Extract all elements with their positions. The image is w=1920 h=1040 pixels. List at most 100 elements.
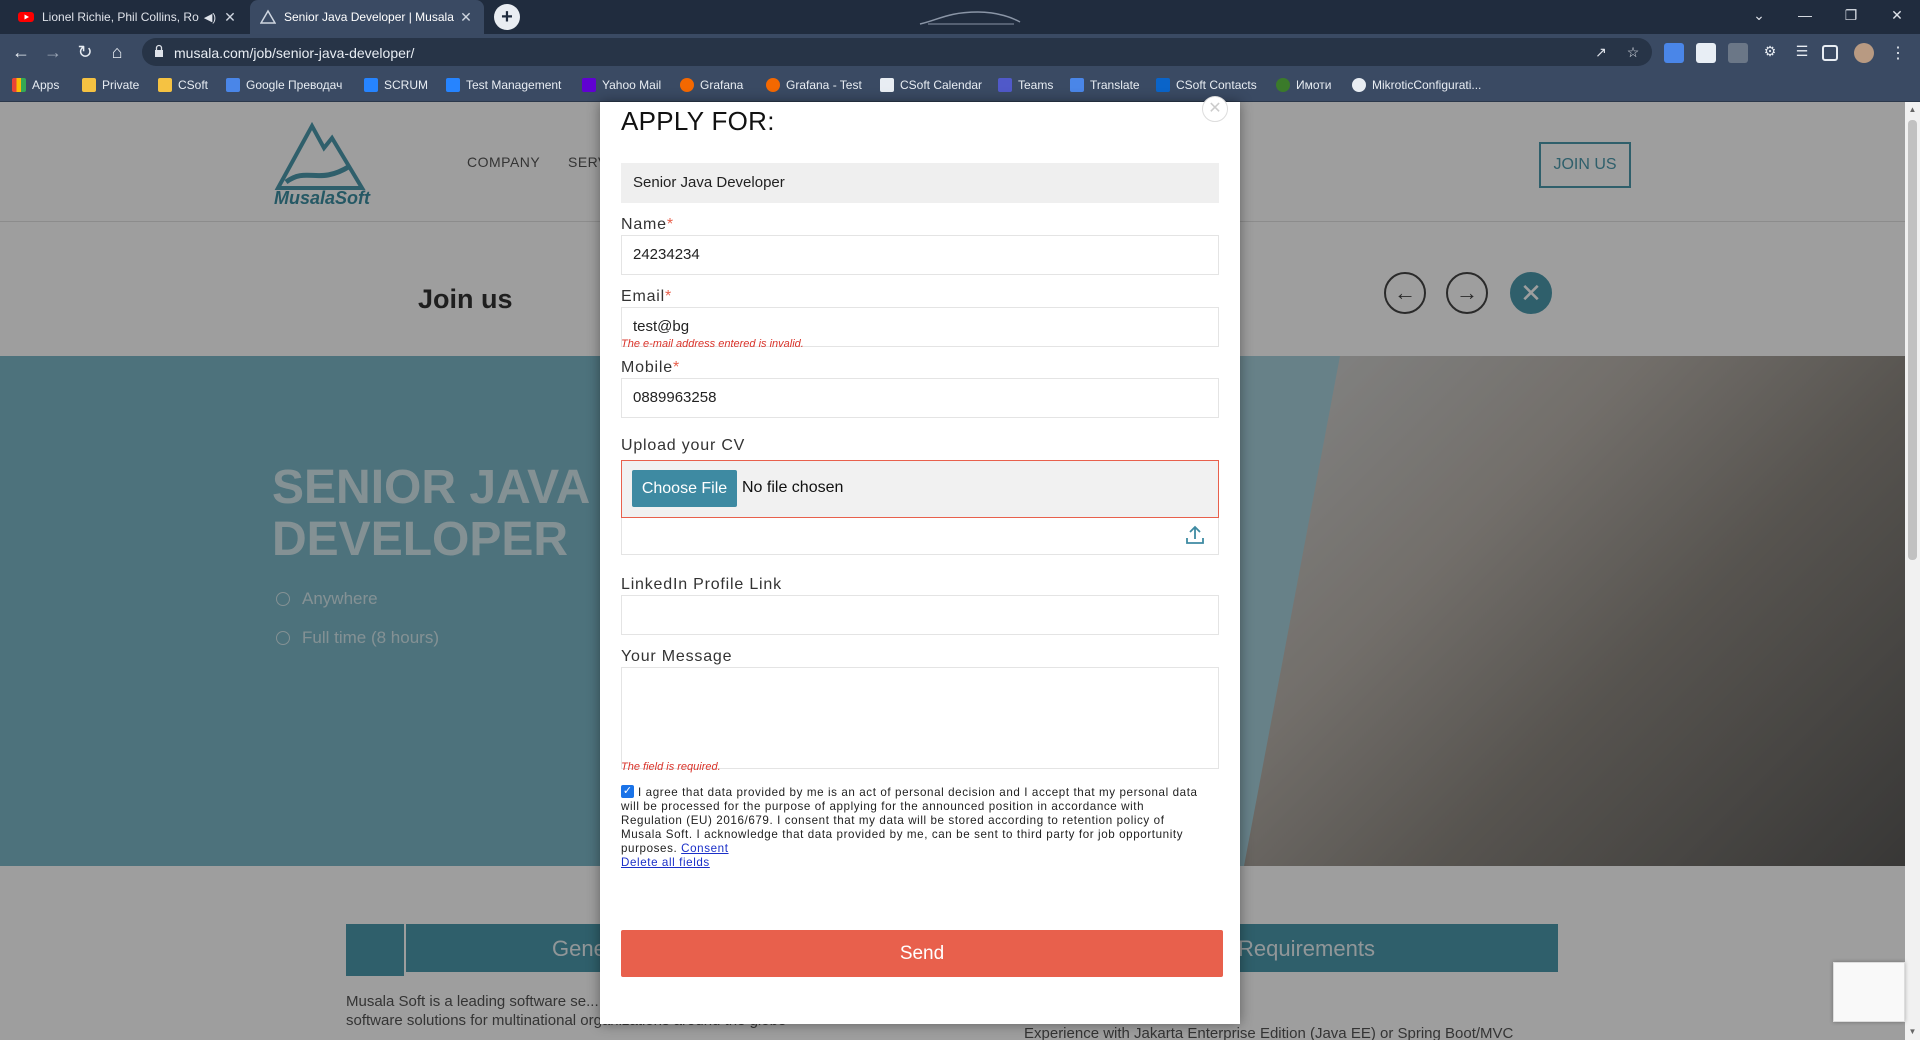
message-textarea[interactable] bbox=[621, 667, 1219, 769]
tab-close-icon[interactable]: ✕ bbox=[222, 9, 238, 26]
bookmark-label: Имоти bbox=[1296, 78, 1332, 92]
google-translate-ext-icon[interactable] bbox=[1664, 43, 1684, 63]
bookmark-label: Google Преводач bbox=[246, 78, 343, 92]
recaptcha-badge[interactable] bbox=[1833, 962, 1905, 1022]
tab-youtube[interactable]: Lionel Richie, Phil Collins, Ro ◀) ✕ bbox=[8, 0, 248, 34]
cloud-ext-icon[interactable] bbox=[1696, 43, 1716, 63]
youtube-icon bbox=[18, 12, 34, 22]
bookmark-yahoo-mail[interactable]: Yahoo Mail bbox=[582, 76, 661, 94]
required-mark: * bbox=[666, 216, 674, 233]
new-tab-button[interactable]: + bbox=[494, 4, 520, 30]
mobile-label: Mobile* bbox=[621, 359, 680, 377]
modal-close-icon[interactable]: ✕ bbox=[1202, 96, 1228, 122]
lock-icon bbox=[155, 44, 163, 57]
consent-link[interactable]: Consent bbox=[681, 842, 728, 855]
menu-dots-icon[interactable]: ⋮ bbox=[1888, 43, 1908, 63]
imoti-icon bbox=[1276, 78, 1290, 92]
tab-close-icon[interactable]: ✕ bbox=[458, 9, 474, 26]
car-logo-icon bbox=[919, 11, 1021, 25]
delete-fields-link[interactable]: Delete all fields bbox=[621, 856, 710, 869]
tab-search-icon[interactable]: ⌄ bbox=[1736, 0, 1782, 30]
screen-ext-icon[interactable] bbox=[1728, 43, 1748, 63]
bookmark-label: CSoft bbox=[178, 78, 209, 92]
extensions-icon[interactable]: ⚙ bbox=[1760, 43, 1780, 63]
send-button[interactable]: Send bbox=[621, 930, 1223, 977]
bookmark-google-translate[interactable]: Google Преводач bbox=[226, 76, 342, 94]
bookmark-apps[interactable]: Apps bbox=[12, 76, 59, 94]
teams-icon bbox=[998, 78, 1012, 92]
jira-icon bbox=[364, 78, 378, 92]
sidepanel-icon[interactable] bbox=[1822, 45, 1838, 61]
scroll-thumb[interactable] bbox=[1908, 120, 1917, 560]
bookmark-label: Translate bbox=[1090, 78, 1140, 92]
label-text: Name bbox=[621, 216, 667, 233]
bookmark-label: CSoft Contacts bbox=[1176, 78, 1257, 92]
linkedin-label: LinkedIn Profile Link bbox=[621, 576, 782, 593]
tab-title: Senior Java Developer | Musala S bbox=[284, 10, 458, 24]
required-mark: * bbox=[672, 359, 680, 376]
bookmark-label: Grafana - Test bbox=[786, 78, 862, 92]
modal-title: APPLY FOR: bbox=[621, 106, 775, 136]
bookmark-mikrotik[interactable]: MikroticConfigurati... bbox=[1352, 76, 1481, 94]
close-window-icon[interactable]: ✕ bbox=[1874, 0, 1920, 30]
mikrotik-icon bbox=[1352, 78, 1366, 92]
bookmark-csoft-contacts[interactable]: CSoft Contacts bbox=[1156, 76, 1257, 94]
tab-title: Lionel Richie, Phil Collins, Ro bbox=[42, 10, 199, 24]
linkedin-input[interactable] bbox=[621, 595, 1219, 635]
bookmark-test-management[interactable]: Test Management bbox=[446, 76, 561, 94]
reload-icon[interactable]: ↻ bbox=[74, 41, 96, 63]
bookmark-imoti[interactable]: Имоти bbox=[1276, 76, 1331, 94]
bookmark-label: CSoft Calendar bbox=[900, 78, 983, 92]
mobile-input[interactable]: 0889963258 bbox=[621, 378, 1219, 418]
mail-icon bbox=[582, 78, 596, 92]
apps-grid-icon bbox=[12, 78, 26, 92]
musala-icon bbox=[260, 9, 276, 24]
bookmark-translate[interactable]: Translate bbox=[1070, 76, 1140, 94]
upload-row[interactable] bbox=[621, 518, 1219, 555]
email-error: The e-mail address entered is invalid. bbox=[621, 338, 804, 350]
cv-label: Upload your CV bbox=[621, 437, 746, 454]
forward-icon[interactable]: → bbox=[42, 41, 64, 63]
scroll-up-icon[interactable]: ▲ bbox=[1905, 102, 1920, 118]
bookmark-label: Yahoo Mail bbox=[602, 78, 662, 92]
url-text[interactable]: musala.com/job/senior-java-developer/ bbox=[174, 45, 414, 61]
bookmark-label: Private bbox=[102, 78, 140, 92]
back-icon[interactable]: ← bbox=[10, 41, 32, 63]
bookmark-csoft[interactable]: CSoft bbox=[158, 76, 208, 94]
profile-avatar[interactable] bbox=[1854, 43, 1874, 63]
share-icon[interactable]: ↗ bbox=[1592, 44, 1610, 62]
bookmark-label: SCRUM bbox=[384, 78, 428, 92]
email-label: Email* bbox=[621, 288, 672, 306]
position-field: Senior Java Developer bbox=[621, 163, 1219, 203]
no-file-text: No file chosen bbox=[742, 479, 844, 496]
upload-icon[interactable] bbox=[1184, 524, 1206, 546]
choose-file-button[interactable]: Choose File bbox=[632, 470, 737, 507]
bookmark-label: MikroticConfigurati... bbox=[1372, 78, 1482, 92]
bookmark-grafana-test[interactable]: Grafana - Test bbox=[766, 76, 862, 94]
restore-icon[interactable]: ❐ bbox=[1828, 0, 1874, 30]
bookmark-teams[interactable]: Teams bbox=[998, 76, 1053, 94]
minimize-icon[interactable]: — bbox=[1782, 0, 1828, 30]
bookmark-scrum[interactable]: SCRUM bbox=[364, 76, 428, 94]
consent-text: I agree that data provided by me is an a… bbox=[621, 786, 1205, 856]
home-icon[interactable]: ⌂ bbox=[106, 41, 128, 63]
bookmark-private[interactable]: Private bbox=[82, 76, 139, 94]
message-error: The field is required. bbox=[621, 761, 721, 773]
speaker-icon[interactable]: ◀) bbox=[204, 11, 216, 24]
message-label: Your Message bbox=[621, 648, 733, 665]
bookmark-label: Grafana bbox=[700, 78, 744, 92]
name-input[interactable]: 24234234 bbox=[621, 235, 1219, 275]
bookmark-label: Test Management bbox=[466, 78, 562, 92]
bookmark-star-icon[interactable]: ☆ bbox=[1624, 44, 1642, 62]
jira-icon bbox=[446, 78, 460, 92]
media-icon[interactable]: ☰ bbox=[1792, 43, 1812, 63]
required-mark: * bbox=[665, 288, 673, 305]
bookmark-csoft-calendar[interactable]: CSoft Calendar bbox=[880, 76, 982, 94]
outlook-icon bbox=[1156, 78, 1170, 92]
bookmark-grafana[interactable]: Grafana bbox=[680, 76, 743, 94]
tab-musala[interactable]: Senior Java Developer | Musala S ✕ bbox=[250, 0, 484, 34]
bookmark-label: Apps bbox=[32, 78, 60, 92]
label-text: Email bbox=[621, 288, 666, 305]
scroll-down-icon[interactable]: ▼ bbox=[1905, 1024, 1920, 1040]
grafana-icon bbox=[766, 78, 780, 92]
